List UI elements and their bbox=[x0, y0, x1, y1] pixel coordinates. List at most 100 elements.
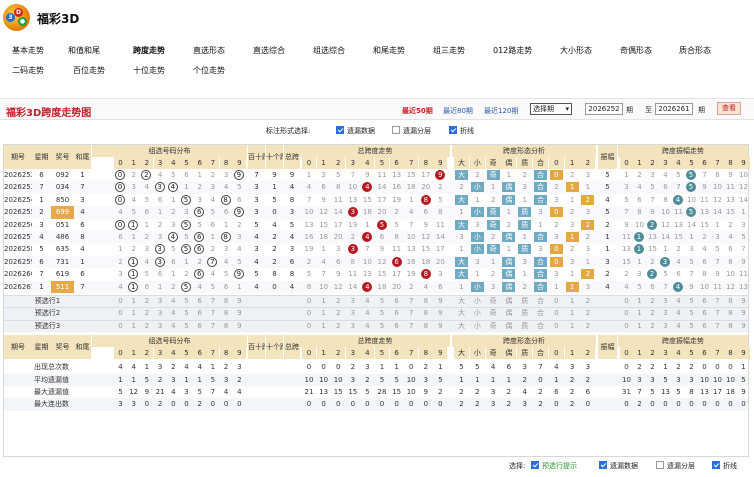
span-trend-header: 总跨度走势 bbox=[300, 335, 450, 348]
checkbox-icon[interactable] bbox=[599, 461, 607, 469]
span-form-header: 跨度形态分析 bbox=[452, 145, 596, 157]
fucai-logo[interactable]: 3 D ● bbox=[3, 4, 30, 31]
stats-group-value: 3 bbox=[157, 363, 163, 372]
form-miss-cell: 1 bbox=[459, 282, 464, 291]
nav-basic[interactable]: 基本走势 bbox=[12, 45, 44, 56]
preselect-digit: 5 bbox=[184, 321, 189, 330]
form-miss-cell: 3 bbox=[522, 183, 527, 192]
option-missing-layer[interactable]: 遗漏分层 bbox=[392, 126, 431, 136]
group-hit-ball: 9 bbox=[233, 170, 244, 180]
amp-miss-cell: 1 bbox=[637, 257, 642, 266]
stats-group-value: 2 bbox=[157, 400, 163, 409]
period-select[interactable]: 选择期 ▾ bbox=[530, 103, 572, 115]
stats-group-value: 0 bbox=[237, 400, 242, 409]
form-tag: 大 bbox=[455, 256, 468, 267]
option-preselect-hint[interactable]: 预选行提示 bbox=[531, 461, 577, 471]
stats-form-value: 1 bbox=[459, 375, 464, 384]
span-digit-header: 8 bbox=[418, 347, 433, 360]
amp-miss-cell: 3 bbox=[741, 220, 746, 229]
preselect-form: 1 bbox=[569, 321, 575, 330]
stats-group-value: 1 bbox=[118, 375, 123, 384]
span-miss-cell: 14 bbox=[348, 282, 358, 291]
hundred-ten-cell: 4 bbox=[254, 282, 259, 291]
group-hit-ball: 0 bbox=[115, 219, 125, 230]
form-miss-cell: 3 bbox=[554, 233, 559, 241]
option-missing-data[interactable]: 遗漏数据 bbox=[336, 126, 375, 136]
nav-parity[interactable]: 奇偶形态 bbox=[620, 45, 652, 56]
total-span-cell: 3 bbox=[289, 208, 295, 217]
preselect-amp-digit: 3 bbox=[663, 321, 668, 330]
checkbox-icon[interactable] bbox=[449, 126, 457, 134]
period-link-120[interactable]: 最近120期 bbox=[484, 106, 518, 116]
span-digit-header: 0 bbox=[302, 157, 316, 169]
preselect-amp-digit: 4 bbox=[676, 321, 681, 330]
preselect-span-digit: 1 bbox=[321, 297, 326, 305]
query-button[interactable]: 查看 bbox=[717, 102, 741, 115]
option-polyline[interactable]: 折线 bbox=[449, 126, 474, 136]
nav-ten[interactable]: 十位走势 bbox=[133, 65, 165, 76]
nav-span[interactable]: 跨度走势 bbox=[133, 45, 165, 56]
option-label: 折线 bbox=[723, 462, 737, 470]
stats-group-value: 4 bbox=[118, 363, 123, 372]
group-hit-ball: 9 bbox=[233, 269, 244, 280]
nav-tail[interactable]: 和尾走势 bbox=[373, 45, 405, 56]
period-link-80[interactable]: 最近80期 bbox=[443, 106, 473, 116]
span-miss-cell: 20 bbox=[377, 208, 387, 217]
checkbox-icon[interactable] bbox=[712, 461, 720, 469]
stats-form-value: 2 bbox=[459, 388, 464, 396]
nav-hundred[interactable]: 百位走势 bbox=[73, 65, 105, 76]
nav-prime[interactable]: 质合形态 bbox=[679, 45, 711, 56]
form-tag: 偶 bbox=[502, 182, 516, 193]
sum-header: 和尾 bbox=[74, 335, 91, 360]
amp-miss-cell: 6 bbox=[637, 195, 642, 204]
form-tag: 偶 bbox=[502, 194, 516, 205]
form-miss-cell: 2 bbox=[554, 220, 559, 229]
week-cell: 7 bbox=[39, 270, 44, 279]
stats-form-value: 1 bbox=[475, 375, 480, 384]
amp-miss-cell: 9 bbox=[702, 183, 707, 192]
nav-group3[interactable]: 组三走势 bbox=[433, 45, 465, 56]
form-miss-cell: 3 bbox=[475, 257, 480, 266]
nav-direct-form[interactable]: 直选形态 bbox=[193, 45, 225, 56]
nav-direct-combo[interactable]: 直选综合 bbox=[253, 45, 285, 56]
stats-span-value: 1 bbox=[438, 363, 443, 372]
preselect-digit: 4 bbox=[171, 297, 176, 305]
span-miss-cell: 12 bbox=[319, 208, 329, 217]
nav-road012[interactable]: 012路走势 bbox=[493, 45, 532, 56]
amp-miss-cell: 4 bbox=[637, 183, 642, 192]
nav-unit[interactable]: 个位走势 bbox=[193, 65, 225, 76]
nav-group-combo[interactable]: 组选综合 bbox=[313, 45, 345, 56]
issue-cell: 2026260 bbox=[4, 270, 32, 279]
stats-form-value: 5 bbox=[475, 363, 480, 372]
checkbox-icon[interactable] bbox=[656, 461, 664, 469]
to-issue-input[interactable]: 2026261 bbox=[655, 103, 693, 115]
total-span-cell: 4 bbox=[289, 233, 295, 241]
span-miss-cell: 17 bbox=[333, 220, 343, 229]
group-digit-header: 0 bbox=[114, 347, 127, 360]
form-label-header: 0 bbox=[548, 347, 564, 360]
form-miss-cell: 2 bbox=[554, 183, 559, 192]
span-miss-cell: 12 bbox=[333, 282, 343, 291]
qi-label-2: 期 bbox=[698, 106, 705, 114]
preselect-form: 质 bbox=[521, 297, 529, 305]
preselect-form: 0 bbox=[554, 321, 559, 330]
checkbox-icon[interactable] bbox=[531, 461, 539, 469]
from-issue-input[interactable]: 2026252 bbox=[585, 103, 623, 115]
stats-span-value: 3 bbox=[423, 375, 429, 384]
nav-sum-tail[interactable]: 和值和尾 bbox=[68, 45, 100, 56]
option-polyline-bottom[interactable]: 折线 bbox=[712, 461, 737, 471]
checkbox-icon[interactable] bbox=[336, 126, 344, 134]
group-miss-cell: 4 bbox=[118, 282, 123, 291]
period-link-50[interactable]: 最近50期 bbox=[402, 106, 433, 116]
amp-digit-header: 8 bbox=[724, 157, 737, 169]
option-missing-data-bottom[interactable]: 遗漏数据 bbox=[599, 461, 638, 471]
stats-group-value: 21 bbox=[155, 388, 165, 396]
preselect-form: 质 bbox=[521, 321, 529, 330]
nav-pair[interactable]: 二码走势 bbox=[12, 65, 44, 76]
preselect-span-digit: 2 bbox=[335, 297, 341, 305]
amp-miss-cell: 4 bbox=[663, 171, 668, 179]
option-missing-layer-bottom[interactable]: 遗漏分层 bbox=[656, 461, 695, 471]
nav-size[interactable]: 大小形态 bbox=[560, 45, 592, 56]
checkbox-icon[interactable] bbox=[392, 126, 400, 134]
group-miss-cell: 1 bbox=[184, 183, 189, 192]
